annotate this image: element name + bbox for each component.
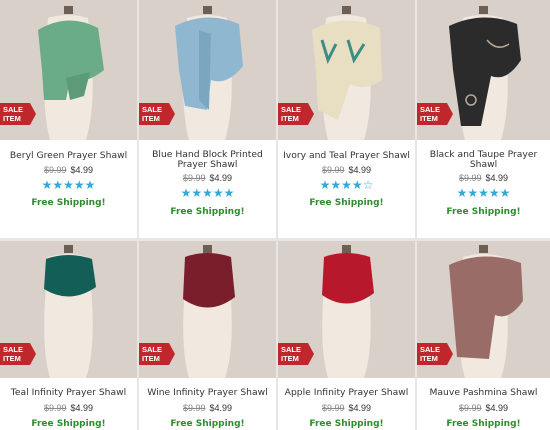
price-row: $9.99 $4.99 — [417, 173, 550, 183]
sale-badge-line1: SALE — [281, 105, 302, 114]
sale-badge: SALE ITEM — [0, 343, 36, 365]
original-price: $9.99 — [182, 173, 206, 183]
sale-badge: SALE ITEM — [0, 103, 36, 125]
sale-badge-line1: SALE — [142, 105, 163, 114]
price-row: $9.99 $4.99 — [278, 165, 415, 175]
product-card[interactable]: SALE ITEM Black and Taupe Prayer Shawl $9… — [417, 0, 550, 238]
free-shipping-label: Free Shipping! — [31, 198, 106, 208]
product-name[interactable]: Mauve Pashmina Shawl — [421, 388, 546, 398]
sale-badge-line2: ITEM — [142, 354, 160, 363]
rating-stars[interactable]: ★★★★★ — [139, 187, 276, 199]
product-card[interactable]: SALE ITEM Wine Infinity Prayer Shawl $9.9… — [139, 241, 276, 430]
original-price: $9.99 — [458, 173, 482, 183]
sale-badge: SALE ITEM — [139, 103, 175, 125]
price-row: $9.99 $4.99 — [0, 165, 137, 175]
product-card[interactable]: SALE ITEM Ivory and Teal Prayer Shawl $9.… — [278, 0, 415, 238]
product-name[interactable]: Blue Hand Block Printed Prayer Shawl — [143, 150, 272, 170]
free-shipping-label: Free Shipping! — [309, 198, 384, 208]
product-card[interactable]: SALE ITEM Apple Infinity Prayer Shawl $9.… — [278, 241, 415, 430]
free-shipping-label: Free Shipping! — [446, 207, 521, 217]
sale-price: $4.99 — [209, 173, 233, 183]
sale-badge: SALE ITEM — [278, 343, 314, 365]
rating-stars[interactable]: ★★★★★ — [417, 187, 550, 199]
price-row: $9.99 $4.99 — [139, 403, 276, 413]
free-shipping-label: Free Shipping! — [31, 419, 106, 429]
sale-price: $4.99 — [348, 403, 372, 413]
sale-badge-line1: SALE — [281, 345, 302, 354]
product-card[interactable]: SALE ITEM Teal Infinity Prayer Shawl $9.9… — [0, 241, 137, 430]
original-price: $9.99 — [182, 403, 206, 413]
price-row: $9.99 $4.99 — [278, 403, 415, 413]
original-price: $9.99 — [321, 403, 345, 413]
sale-badge-line2: ITEM — [3, 114, 21, 123]
product-card[interactable]: SALE ITEM Beryl Green Prayer Shawl $9.99 $… — [0, 0, 137, 238]
sale-badge-line1: SALE — [420, 345, 441, 354]
sale-badge-line2: ITEM — [420, 114, 438, 123]
original-price: $9.99 — [321, 165, 345, 175]
product-name[interactable]: Black and Taupe Prayer Shawl — [421, 150, 546, 170]
original-price: $9.99 — [458, 403, 482, 413]
sale-badge-line2: ITEM — [281, 114, 299, 123]
sale-price: $4.99 — [485, 403, 509, 413]
sale-badge-line1: SALE — [142, 345, 163, 354]
sale-price: $4.99 — [70, 165, 94, 175]
free-shipping-label: Free Shipping! — [446, 419, 521, 429]
product-name[interactable]: Beryl Green Prayer Shawl — [4, 151, 133, 161]
product-card[interactable]: SALE ITEM Mauve Pashmina Shawl $9.99 $4.99… — [417, 241, 550, 430]
sale-badge: SALE ITEM — [417, 103, 453, 125]
sale-badge-line2: ITEM — [281, 354, 299, 363]
original-price: $9.99 — [43, 403, 67, 413]
free-shipping-label: Free Shipping! — [309, 419, 384, 429]
original-price: $9.99 — [43, 165, 67, 175]
product-name[interactable]: Ivory and Teal Prayer Shawl — [282, 151, 411, 161]
product-card[interactable]: SALE ITEM Blue Hand Block Printed Prayer … — [139, 0, 276, 238]
price-row: $9.99 $4.99 — [417, 403, 550, 413]
sale-badge: SALE ITEM — [278, 103, 314, 125]
product-name[interactable]: Apple Infinity Prayer Shawl — [282, 388, 411, 398]
sale-badge-line1: SALE — [420, 105, 441, 114]
price-row: $9.99 $4.99 — [0, 403, 137, 413]
free-shipping-label: Free Shipping! — [170, 419, 245, 429]
sale-badge-line2: ITEM — [142, 114, 160, 123]
sale-price: $4.99 — [348, 165, 372, 175]
rating-stars[interactable]: ★★★★★ — [0, 179, 137, 191]
sale-badge: SALE ITEM — [417, 343, 453, 365]
free-shipping-label: Free Shipping! — [170, 207, 245, 217]
product-name[interactable]: Teal Infinity Prayer Shawl — [4, 388, 133, 398]
rating-stars[interactable]: ★★★★☆ — [278, 179, 415, 191]
price-row: $9.99 $4.99 — [139, 173, 276, 183]
sale-badge: SALE ITEM — [139, 343, 175, 365]
product-name[interactable]: Wine Infinity Prayer Shawl — [143, 388, 272, 398]
sale-badge-line2: ITEM — [3, 354, 21, 363]
sale-badge-line1: SALE — [3, 105, 24, 114]
sale-price: $4.99 — [209, 403, 233, 413]
sale-badge-line1: SALE — [3, 345, 24, 354]
product-grid: SALE ITEM Beryl Green Prayer Shawl $9.99 $… — [0, 0, 550, 430]
sale-price: $4.99 — [70, 403, 94, 413]
sale-badge-line2: ITEM — [420, 354, 438, 363]
sale-price: $4.99 — [485, 173, 509, 183]
